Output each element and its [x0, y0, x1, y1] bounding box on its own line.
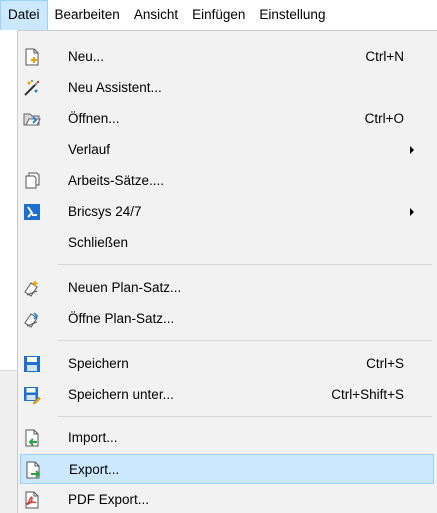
menu-item-bricsys[interactable]: Bricsys 24/7 — [20, 197, 434, 227]
menu-separator — [58, 264, 432, 265]
menu-item-label: Öffne Plan-Satz... — [68, 311, 175, 326]
menu-einfuegen[interactable]: Einfügen — [185, 0, 252, 30]
menu-item-close[interactable]: Schließen — [20, 228, 434, 258]
menu-einstellungen[interactable]: Einstellung — [252, 0, 332, 30]
submenu-arrow-icon — [410, 208, 414, 216]
menu-ansicht[interactable]: Ansicht — [127, 0, 185, 30]
new-sheetset-icon — [23, 279, 41, 297]
menu-item-label: Öffnen... — [68, 111, 120, 126]
save-as-icon — [23, 386, 41, 404]
menu-item-label: Export... — [69, 462, 120, 477]
menu-item-open-sheetset[interactable]: Öffne Plan-Satz... — [20, 304, 434, 334]
menu-datei[interactable]: Datei — [0, 0, 48, 30]
menu-item-import[interactable]: Import... — [20, 423, 434, 453]
menu-item-shortcut: Ctrl+O — [364, 111, 404, 126]
menu-item-export[interactable]: Export... — [20, 454, 434, 484]
menu-item-open[interactable]: Öffnen... Ctrl+O — [20, 104, 434, 134]
menu-item-save-as[interactable]: Speichern unter... Ctrl+Shift+S — [20, 380, 434, 410]
menu-item-label: Import... — [68, 430, 118, 445]
bricsys-icon — [23, 203, 41, 221]
menu-item-new[interactable]: Neu... Ctrl+N — [20, 42, 434, 72]
menu-item-label: Bricsys 24/7 — [68, 204, 142, 219]
open-folder-icon — [23, 110, 41, 128]
menu-item-label: Speichern unter... — [68, 387, 174, 402]
menu-item-label: Speichern — [68, 356, 129, 371]
menu-item-label: Arbeits-Sätze.... — [68, 173, 165, 188]
menu-item-new-sheetset[interactable]: Neuen Plan-Satz... — [20, 273, 434, 303]
file-menu-dropdown: Neu... Ctrl+N Neu Assistent... Öffnen...… — [17, 30, 437, 513]
menu-item-new-wizard[interactable]: Neu Assistent... — [20, 73, 434, 103]
wizard-icon — [23, 79, 41, 97]
submenu-arrow-icon — [410, 146, 414, 154]
open-sheetset-icon — [23, 310, 41, 328]
background-panel — [0, 370, 17, 513]
menu-item-label: Schließen — [68, 235, 129, 250]
worksets-icon — [23, 172, 41, 190]
pdf-export-icon — [23, 491, 41, 509]
menu-item-worksets[interactable]: Arbeits-Sätze.... — [20, 166, 434, 196]
menu-separator — [58, 416, 432, 417]
export-icon — [24, 461, 42, 479]
menu-item-pdf-export[interactable]: PDF Export... — [20, 485, 434, 513]
import-icon — [23, 429, 41, 447]
menu-item-label: Neu Assistent... — [68, 80, 162, 95]
menu-item-label: Neu... — [68, 49, 105, 64]
save-icon — [23, 355, 41, 373]
menu-bar: Datei Bearbeiten Ansicht Einfügen Einste… — [0, 0, 437, 30]
menu-item-shortcut: Ctrl+S — [366, 356, 404, 371]
menu-item-shortcut: Ctrl+N — [365, 49, 404, 64]
menu-item-label: Neuen Plan-Satz... — [68, 280, 182, 295]
menu-item-save[interactable]: Speichern Ctrl+S — [20, 349, 434, 379]
new-file-icon — [23, 48, 41, 66]
menu-separator — [58, 340, 432, 341]
menu-item-history[interactable]: Verlauf — [20, 135, 434, 165]
menu-item-label: Verlauf — [68, 142, 111, 157]
menu-bearbeiten[interactable]: Bearbeiten — [48, 0, 127, 30]
menu-item-shortcut: Ctrl+Shift+S — [331, 387, 404, 402]
menu-item-label: PDF Export... — [68, 492, 150, 507]
